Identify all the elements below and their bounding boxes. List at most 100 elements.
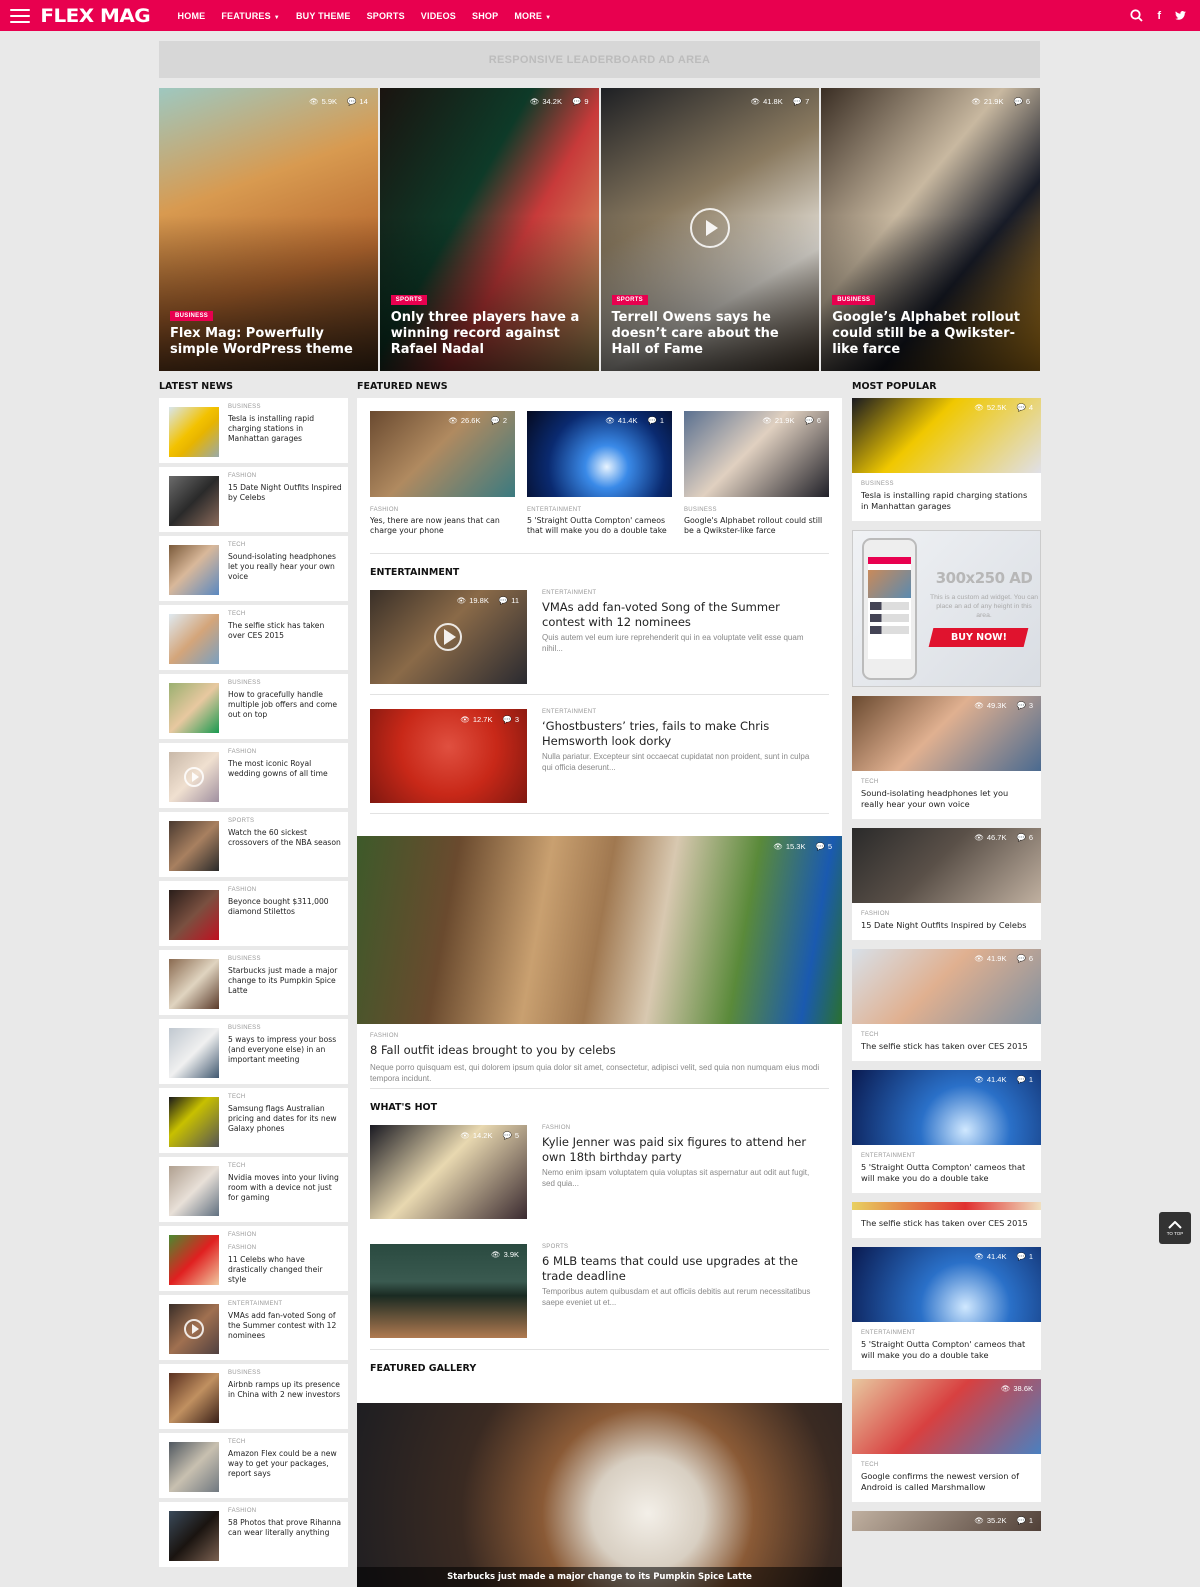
article-title[interactable]: 15 Date Night Outfits Inspired by Celebs (228, 483, 342, 503)
to-top-button[interactable]: TO TOP (1159, 1212, 1191, 1244)
entertainment-item[interactable]: 👁 19.8K 💬 11 ENTERTAINMENT VMAs add fan-voted… (370, 590, 829, 684)
thumbnail-image[interactable] (169, 614, 219, 664)
thumbnail-image[interactable] (169, 1235, 219, 1285)
most-popular-item[interactable]: 👁 41.9K 💬 6 TECH The selfie stick has taken o… (852, 949, 1041, 1061)
thumbnail-image[interactable] (169, 1304, 219, 1354)
article-title[interactable]: Tesla is installing rapid charging stati… (861, 490, 1032, 512)
hero-title[interactable]: Google’s Alphabet rollout could still be… (832, 310, 1030, 358)
hero-title[interactable]: Only three players have a winning record… (391, 310, 589, 358)
latest-news-item[interactable]: BUSINESS 5 ways to impress your boss (and… (159, 1019, 348, 1084)
hero-slide[interactable]: 👁 34.2K 💬 9 SPORTS Only three players have a … (379, 88, 599, 371)
most-popular-item[interactable]: 👁 41.4K 💬 1 ENTERTAINMENT 5 'Straight Outta C… (852, 1070, 1041, 1193)
thumbnail-image[interactable] (169, 752, 219, 802)
nav-item-home[interactable]: HOME (170, 11, 214, 21)
latest-news-item[interactable]: BUSINESS Airbnb ramps up its presence in … (159, 1364, 348, 1429)
category-tag[interactable]: SPORTS (611, 295, 648, 305)
most-popular-item[interactable]: 👁 46.7K 💬 6 FASHION 15 Date Night Outfits Ins… (852, 828, 1041, 940)
thumbnail-image[interactable] (169, 1511, 219, 1561)
article-title[interactable]: 5 'Straight Outta Compton' cameos that w… (861, 1162, 1032, 1184)
article-title[interactable]: Nvidia moves into your living room with … (228, 1173, 342, 1203)
article-title[interactable]: Watch the 60 sickest crossovers of the N… (228, 828, 342, 848)
nav-item-videos[interactable]: VIDEOS (413, 11, 464, 21)
thumbnail-image[interactable] (852, 1202, 1041, 1210)
article-title[interactable]: How to gracefully handle multiple job of… (228, 690, 342, 720)
thumbnail-image[interactable] (169, 890, 219, 940)
latest-news-item[interactable]: BUSINESS Starbucks just made a major chan… (159, 950, 348, 1015)
article-title[interactable]: ‘Ghostbusters’ tries, fails to make Chri… (542, 719, 819, 748)
nav-item-features[interactable]: FEATURES ▼ (213, 11, 288, 21)
thumbnail-image[interactable] (169, 1442, 219, 1492)
latest-news-item[interactable]: ENTERTAINMENT VMAs add fan-voted Song of … (159, 1295, 348, 1360)
latest-news-item[interactable]: SPORTS Watch the 60 sickest crossovers of… (159, 812, 348, 877)
featured-news-item[interactable]: 👁 26.6K 💬 2 FASHION Yes, there are now jeans … (370, 411, 515, 536)
thumbnail-image[interactable] (169, 683, 219, 733)
menu-hamburger-icon[interactable] (10, 8, 30, 23)
thumbnail-image[interactable]: 👁 41.4K 💬 1 (852, 1247, 1041, 1322)
most-popular-item[interactable]: 👁 49.3K 💬 3 TECH Sound-isolating headphones l… (852, 696, 1041, 819)
category-tag[interactable]: BUSINESS (170, 311, 214, 321)
article-title[interactable]: The selfie stick has taken over CES 2015 (861, 1218, 1032, 1229)
article-title[interactable]: 5 ways to impress your boss (and everyon… (228, 1035, 342, 1065)
featured-news-item[interactable]: 👁 21.9K 💬 6 BUSINESS Google's Alphabet rollou… (684, 411, 829, 536)
entertainment-item[interactable]: 👁 12.7K 💬 3 ENTERTAINMENT ‘Ghostbusters’ trie… (370, 709, 829, 803)
whats-hot-item[interactable]: 👁 3.9K SPORTS 6 MLB teams that could use up… (370, 1244, 829, 1338)
article-title[interactable]: 11 Celebs who have drastically changed t… (228, 1255, 342, 1285)
thumbnail-image[interactable] (169, 1028, 219, 1078)
latest-news-item[interactable]: FASHION 15 Date Night Outfits Inspired by… (159, 467, 348, 532)
latest-news-item[interactable]: FASHION 58 Photos that prove Rihanna can … (159, 1502, 348, 1567)
thumbnail-image[interactable]: 👁 12.7K 💬 3 (370, 709, 527, 803)
article-title[interactable]: 15 Date Night Outfits Inspired by Celebs (861, 920, 1032, 931)
thumbnail-image[interactable]: 👁 35.2K 💬 1 (852, 1511, 1041, 1531)
article-title[interactable]: Airbnb ramps up its presence in China wi… (228, 1380, 342, 1400)
article-title[interactable]: The selfie stick has taken over CES 2015 (861, 1041, 1032, 1052)
big-feature-title[interactable]: 8 Fall outfit ideas brought to you by ce… (370, 1043, 829, 1057)
hero-title[interactable]: Flex Mag: Powerfully simple WordPress th… (170, 326, 368, 358)
latest-news-item[interactable]: BUSINESS Tesla is installing rapid chargi… (159, 398, 348, 463)
buy-now-button[interactable]: BUY NOW! (928, 628, 1029, 647)
play-icon[interactable] (184, 767, 204, 787)
article-title[interactable]: The selfie stick has taken over CES 2015 (228, 621, 342, 641)
article-title[interactable]: Kylie Jenner was paid six figures to att… (542, 1135, 819, 1164)
latest-news-item[interactable]: BUSINESS How to gracefully handle multipl… (159, 674, 348, 739)
big-feature-image[interactable]: 👁 15.3K 💬 5 (357, 836, 842, 1024)
most-popular-item[interactable]: 👁 41.4K 💬 1 ENTERTAINMENT 5 'Straight Outta C… (852, 1247, 1041, 1370)
article-title[interactable]: VMAs add fan-voted Song of the Summer co… (228, 1311, 342, 1341)
latest-news-item[interactable]: TECH Amazon Flex could be a new way to ge… (159, 1433, 348, 1498)
thumbnail-image[interactable]: 👁 52.5K 💬 4 (852, 398, 1041, 473)
play-icon[interactable] (184, 1319, 204, 1339)
article-title[interactable]: 5 'Straight Outta Compton' cameos that w… (527, 516, 672, 536)
search-icon[interactable] (1130, 9, 1143, 22)
thumbnail-image[interactable] (169, 1166, 219, 1216)
article-title[interactable]: Google's Alphabet rollout could still be… (684, 516, 829, 536)
thumbnail-image[interactable] (169, 476, 219, 526)
hero-title[interactable]: Terrell Owens says he doesn’t care about… (612, 310, 810, 358)
latest-news-item[interactable]: TECH Nvidia moves into your living room w… (159, 1157, 348, 1222)
category-tag[interactable]: SPORTS (390, 295, 428, 305)
thumbnail-image[interactable]: 👁 38.6K (852, 1379, 1041, 1454)
article-title[interactable]: Yes, there are now jeans that can charge… (370, 516, 515, 536)
latest-news-item[interactable]: FASHION The most iconic Royal wedding gow… (159, 743, 348, 808)
thumbnail-image[interactable] (169, 1097, 219, 1147)
article-title[interactable]: Starbucks just made a major change to it… (228, 966, 342, 996)
leaderboard-ad[interactable]: RESPONSIVE LEADERBOARD AD AREA (159, 41, 1040, 78)
latest-news-item[interactable]: TECH Sound-isolating headphones let you r… (159, 536, 348, 601)
thumbnail-image[interactable]: 👁 49.3K 💬 3 (852, 696, 1041, 771)
thumbnail-image[interactable]: 👁 3.9K (370, 1244, 527, 1338)
article-title[interactable]: Sound-isolating headphones let you reall… (228, 552, 342, 582)
most-popular-item[interactable]: 👁 35.2K 💬 1 (852, 1511, 1041, 1531)
play-icon[interactable] (434, 623, 462, 651)
article-title[interactable]: Google confirms the newest version of An… (861, 1471, 1032, 1493)
nav-item-more[interactable]: MORE ▼ (506, 11, 559, 21)
latest-news-item[interactable]: TECH Samsung flags Australian pricing and… (159, 1088, 348, 1153)
article-title[interactable]: 6 MLB teams that could use upgrades at t… (542, 1254, 819, 1283)
thumbnail-image[interactable] (169, 821, 219, 871)
article-title[interactable]: Samsung flags Australian pricing and dat… (228, 1104, 342, 1134)
hero-slide[interactable]: 👁 21.9K 💬 6 BUSINESS Google’s Alphabet rollou… (821, 88, 1040, 371)
thumbnail-image[interactable]: 👁 19.8K 💬 11 (370, 590, 527, 684)
latest-news-item[interactable]: FASHION FASHION 11 Celebs who have drastic… (159, 1226, 348, 1291)
thumbnail-image[interactable] (169, 1373, 219, 1423)
twitter-icon[interactable] (1175, 11, 1186, 20)
latest-news-item[interactable]: TECH The selfie stick has taken over CES … (159, 605, 348, 670)
most-popular-item[interactable]: 👁 38.6K TECH Google confirms the newest ver… (852, 1379, 1041, 1502)
category-tag[interactable]: BUSINESS (832, 295, 876, 305)
